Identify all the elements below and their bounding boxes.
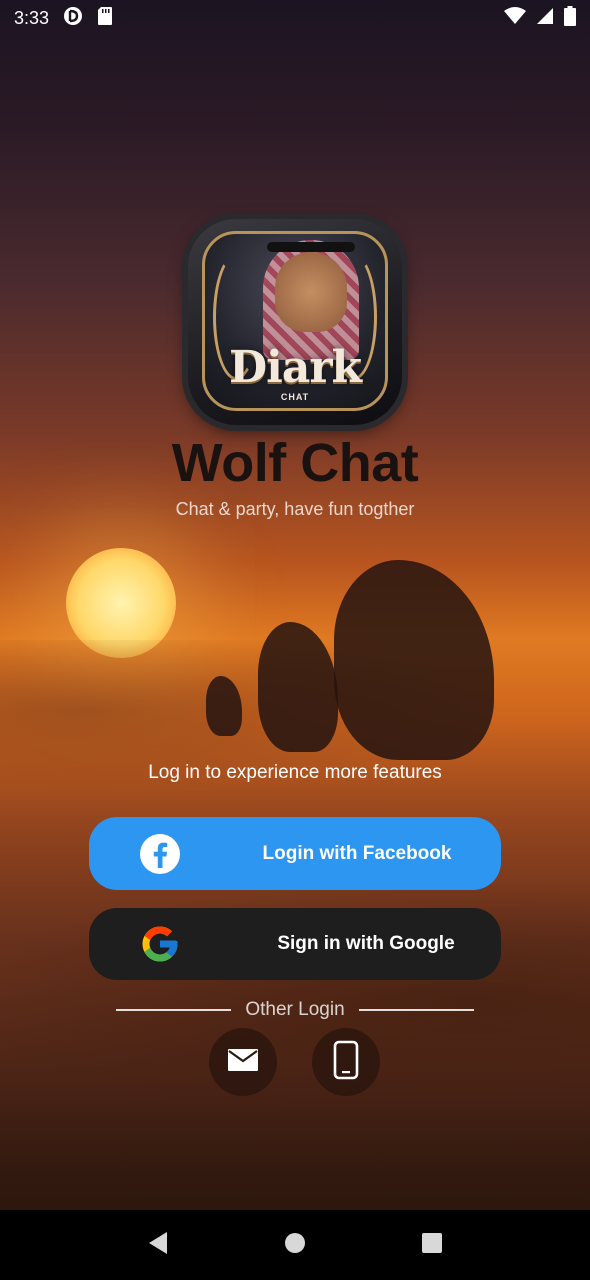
app-tagline: Chat & party, have fun togther	[175, 499, 415, 519]
other-login-divider: Other Login	[116, 998, 475, 1022]
camel-rider-decoration	[334, 560, 494, 760]
login-screen: 3:33 Diark CHAT Wolf Chat Chat & party, …	[0, 0, 590, 1280]
logo-frame: Diark CHAT	[202, 231, 388, 411]
logo-agal-art	[267, 242, 355, 252]
facebook-login-label: Login with Facebook	[262, 842, 452, 864]
signal-icon	[536, 7, 554, 30]
google-signin-button[interactable]: Sign in with Google	[89, 908, 501, 980]
divider-line	[116, 1009, 232, 1011]
wifi-icon	[504, 6, 526, 30]
status-bar: 3:33	[0, 0, 590, 36]
phone-icon	[333, 1040, 359, 1085]
back-button[interactable]	[138, 1225, 178, 1265]
logo-wordmark: Diark	[228, 342, 362, 393]
system-nav-bar	[0, 1210, 590, 1280]
email-icon	[227, 1048, 259, 1077]
app-logo: Diark CHAT	[188, 219, 402, 425]
home-icon	[284, 1232, 306, 1259]
logo-subtext: CHAT	[280, 392, 310, 402]
sd-card-icon	[97, 6, 113, 31]
login-prompt: Log in to experience more features	[148, 762, 442, 783]
back-icon	[147, 1231, 169, 1260]
battery-icon	[564, 5, 576, 31]
email-login-button[interactable]	[209, 1028, 277, 1096]
facebook-login-button[interactable]: Login with Facebook	[89, 817, 501, 890]
logo-portrait-art	[275, 252, 347, 332]
phone-login-button[interactable]	[312, 1028, 380, 1096]
recents-button[interactable]	[412, 1225, 452, 1265]
recents-icon	[421, 1232, 443, 1259]
home-button[interactable]	[275, 1225, 315, 1265]
app-title: Wolf Chat	[171, 433, 419, 493]
google-signin-label: Sign in with Google	[277, 933, 455, 954]
pocket-casts-icon	[63, 6, 83, 31]
status-time: 3:33	[14, 7, 50, 28]
divider-line	[358, 1009, 475, 1011]
other-login-label: Other Login	[245, 999, 345, 1020]
